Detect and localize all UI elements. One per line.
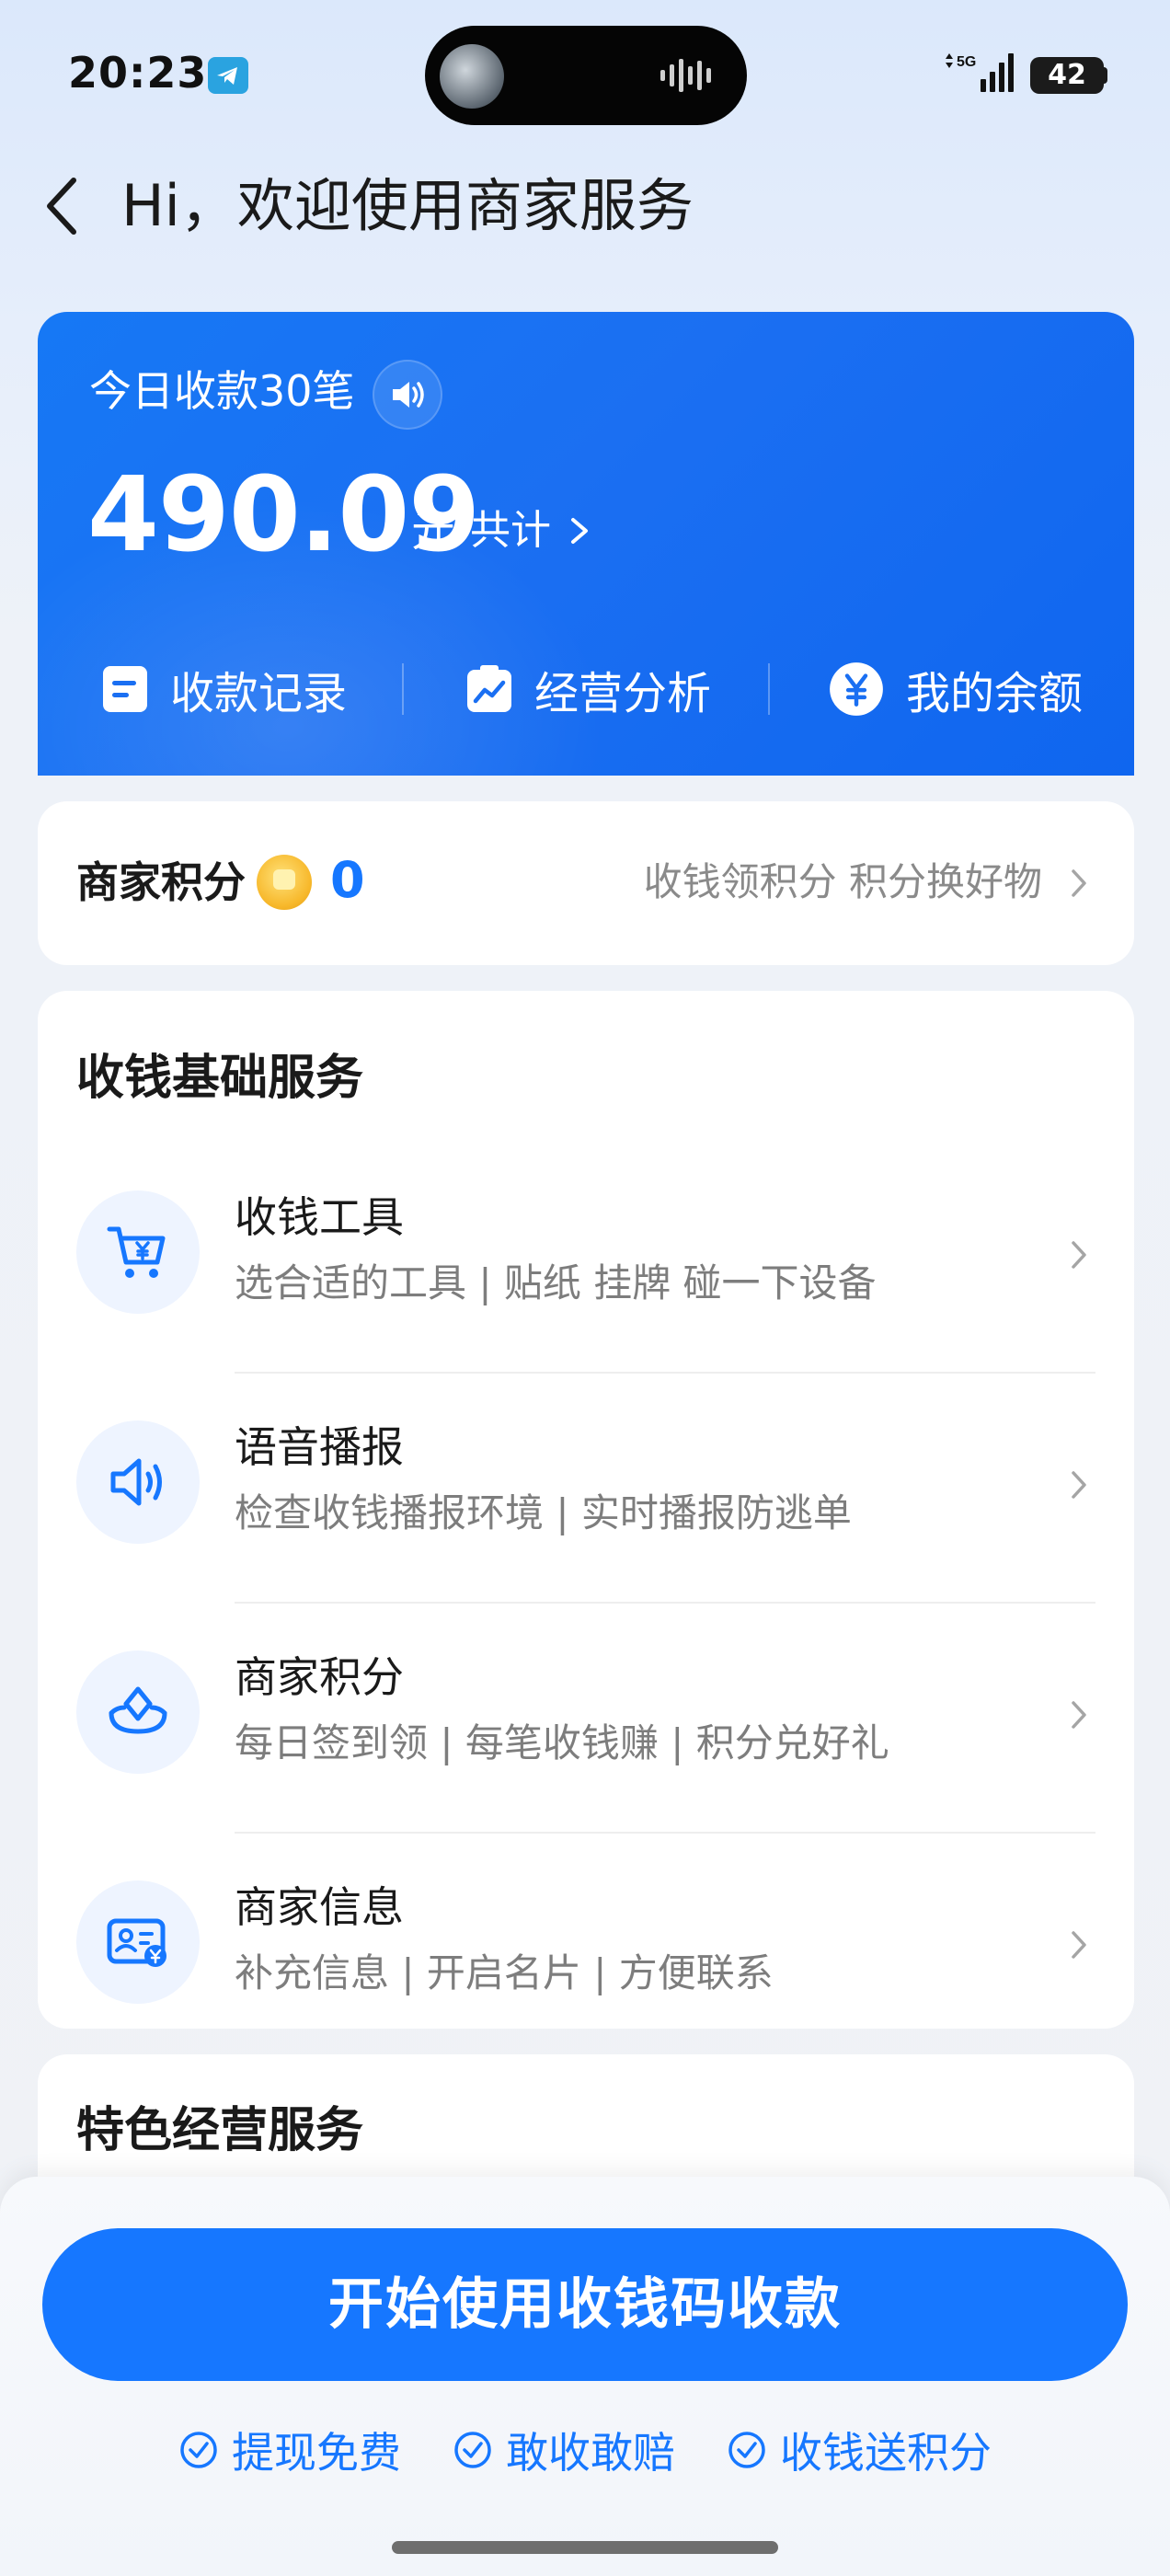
payment-records-action[interactable]: 收款记录 [102, 652, 347, 726]
divider [768, 663, 770, 715]
speaker-icon [76, 1420, 200, 1544]
section-title: 收钱基础服务 [76, 1051, 364, 1106]
chevron-right-icon[interactable] [566, 514, 593, 547]
today-transaction-count: 今日收款30笔 [89, 366, 355, 416]
battery-icon: 42 [1030, 57, 1104, 94]
telegram-notification-icon [208, 57, 248, 94]
service-subtitle: 每日签到领 | 每笔收钱赚 | 积分兑好礼 [235, 1720, 889, 1765]
balance-icon [830, 662, 883, 716]
service-subtitle: 选合适的工具 | 贴纸 挂牌 碰一下设备 [235, 1260, 877, 1305]
perk-label: 敢收敢赔 [506, 2428, 675, 2478]
voice-broadcast-button[interactable] [373, 360, 442, 430]
audio-wave-icon [660, 59, 711, 92]
points-label: 商家积分 [76, 857, 246, 907]
bottom-action-sheet: 开始使用收钱码收款 提现免费 敢收敢赔 收钱送积分 [0, 2177, 1170, 2576]
home-indicator[interactable] [392, 2541, 778, 2554]
revenue-summary-card: 今日收款30笔 490.09 元 共计 收款记录 经营分析 我的余额 [38, 312, 1134, 776]
points-value: 0 [330, 851, 365, 909]
business-analysis-label: 经营分析 [534, 668, 712, 719]
cart-icon [76, 1190, 200, 1314]
battery-cap [1100, 67, 1107, 84]
points-icon [76, 1650, 200, 1774]
perk-item: 收钱送积分 [727, 2420, 992, 2480]
perk-label: 提现免费 [232, 2428, 401, 2478]
id-card-icon [76, 1880, 200, 2004]
perk-label: 收钱送积分 [780, 2428, 992, 2478]
start-collecting-button[interactable]: 开始使用收钱码收款 [42, 2228, 1128, 2381]
back-button[interactable] [37, 171, 92, 241]
points-hint[interactable]: 收钱领积分 积分换好物 [644, 855, 1042, 910]
business-analysis-action[interactable]: 经营分析 [466, 652, 711, 726]
coin-ingot-icon [273, 869, 295, 890]
perks-row: 提现免费 敢收敢赔 收钱送积分 [0, 2418, 1170, 2482]
service-item-merchant-info[interactable]: 商家信息 补充信息 | 开启名片 | 方便联系 [38, 1834, 1134, 2064]
service-title: 商家信息 [235, 1882, 404, 1932]
chevron-right-icon [1072, 1701, 1086, 1729]
amount-unit: 元 [411, 505, 456, 557]
my-balance-label: 我的余额 [906, 668, 1084, 719]
perk-item: 提现免费 [178, 2420, 401, 2480]
chevron-left-icon [47, 178, 76, 235]
record-icon [103, 666, 147, 712]
service-title: 语音播报 [235, 1422, 404, 1472]
service-item-voice-broadcast[interactable]: 语音播报 检查收钱播报环境 | 实时播报防逃单 [38, 1374, 1134, 1604]
analysis-icon [467, 665, 511, 712]
service-title: 收钱工具 [235, 1192, 404, 1242]
divider [402, 663, 404, 715]
service-title: 商家积分 [235, 1652, 404, 1702]
speaker-icon [393, 382, 424, 408]
chevron-right-icon [1072, 1931, 1086, 1959]
service-subtitle: 检查收钱播报环境 | 实时播报防逃单 [235, 1490, 852, 1535]
section-title: 特色经营服务 [76, 2103, 364, 2158]
check-circle-icon [454, 2432, 491, 2468]
page-title: Hi，欢迎使用商家服务 [121, 172, 694, 239]
chevron-right-icon [1072, 1241, 1086, 1269]
basic-services-card: 收钱基础服务 收钱工具 选合适的工具 | 贴纸 挂牌 碰一下设备 语音播报 检查… [38, 991, 1134, 2029]
service-subtitle: 补充信息 | 开启名片 | 方便联系 [235, 1950, 774, 1995]
perk-item: 敢收敢赔 [453, 2420, 675, 2480]
service-item-payment-tools[interactable]: 收钱工具 选合适的工具 | 贴纸 挂牌 碰一下设备 [38, 1144, 1134, 1374]
now-playing-avatar[interactable] [440, 44, 504, 109]
check-circle-icon [728, 2432, 765, 2468]
my-balance-action[interactable]: 我的余额 [829, 652, 1083, 726]
check-circle-icon [180, 2432, 217, 2468]
network-label: 5G [957, 54, 976, 70]
chevron-right-icon[interactable] [1066, 866, 1092, 901]
cellular-signal-icon: 5G [946, 53, 1014, 92]
chevron-right-icon [1072, 1471, 1086, 1499]
merchant-points-bar[interactable]: 商家积分 0 收钱领积分 积分换好物 [38, 801, 1134, 965]
total-link[interactable]: 共计 [470, 505, 551, 557]
payment-records-label: 收款记录 [170, 668, 348, 719]
service-item-merchant-points[interactable]: 商家积分 每日签到领 | 每笔收钱赚 | 积分兑好礼 [38, 1604, 1134, 1834]
status-time: 20:23 [68, 48, 208, 98]
